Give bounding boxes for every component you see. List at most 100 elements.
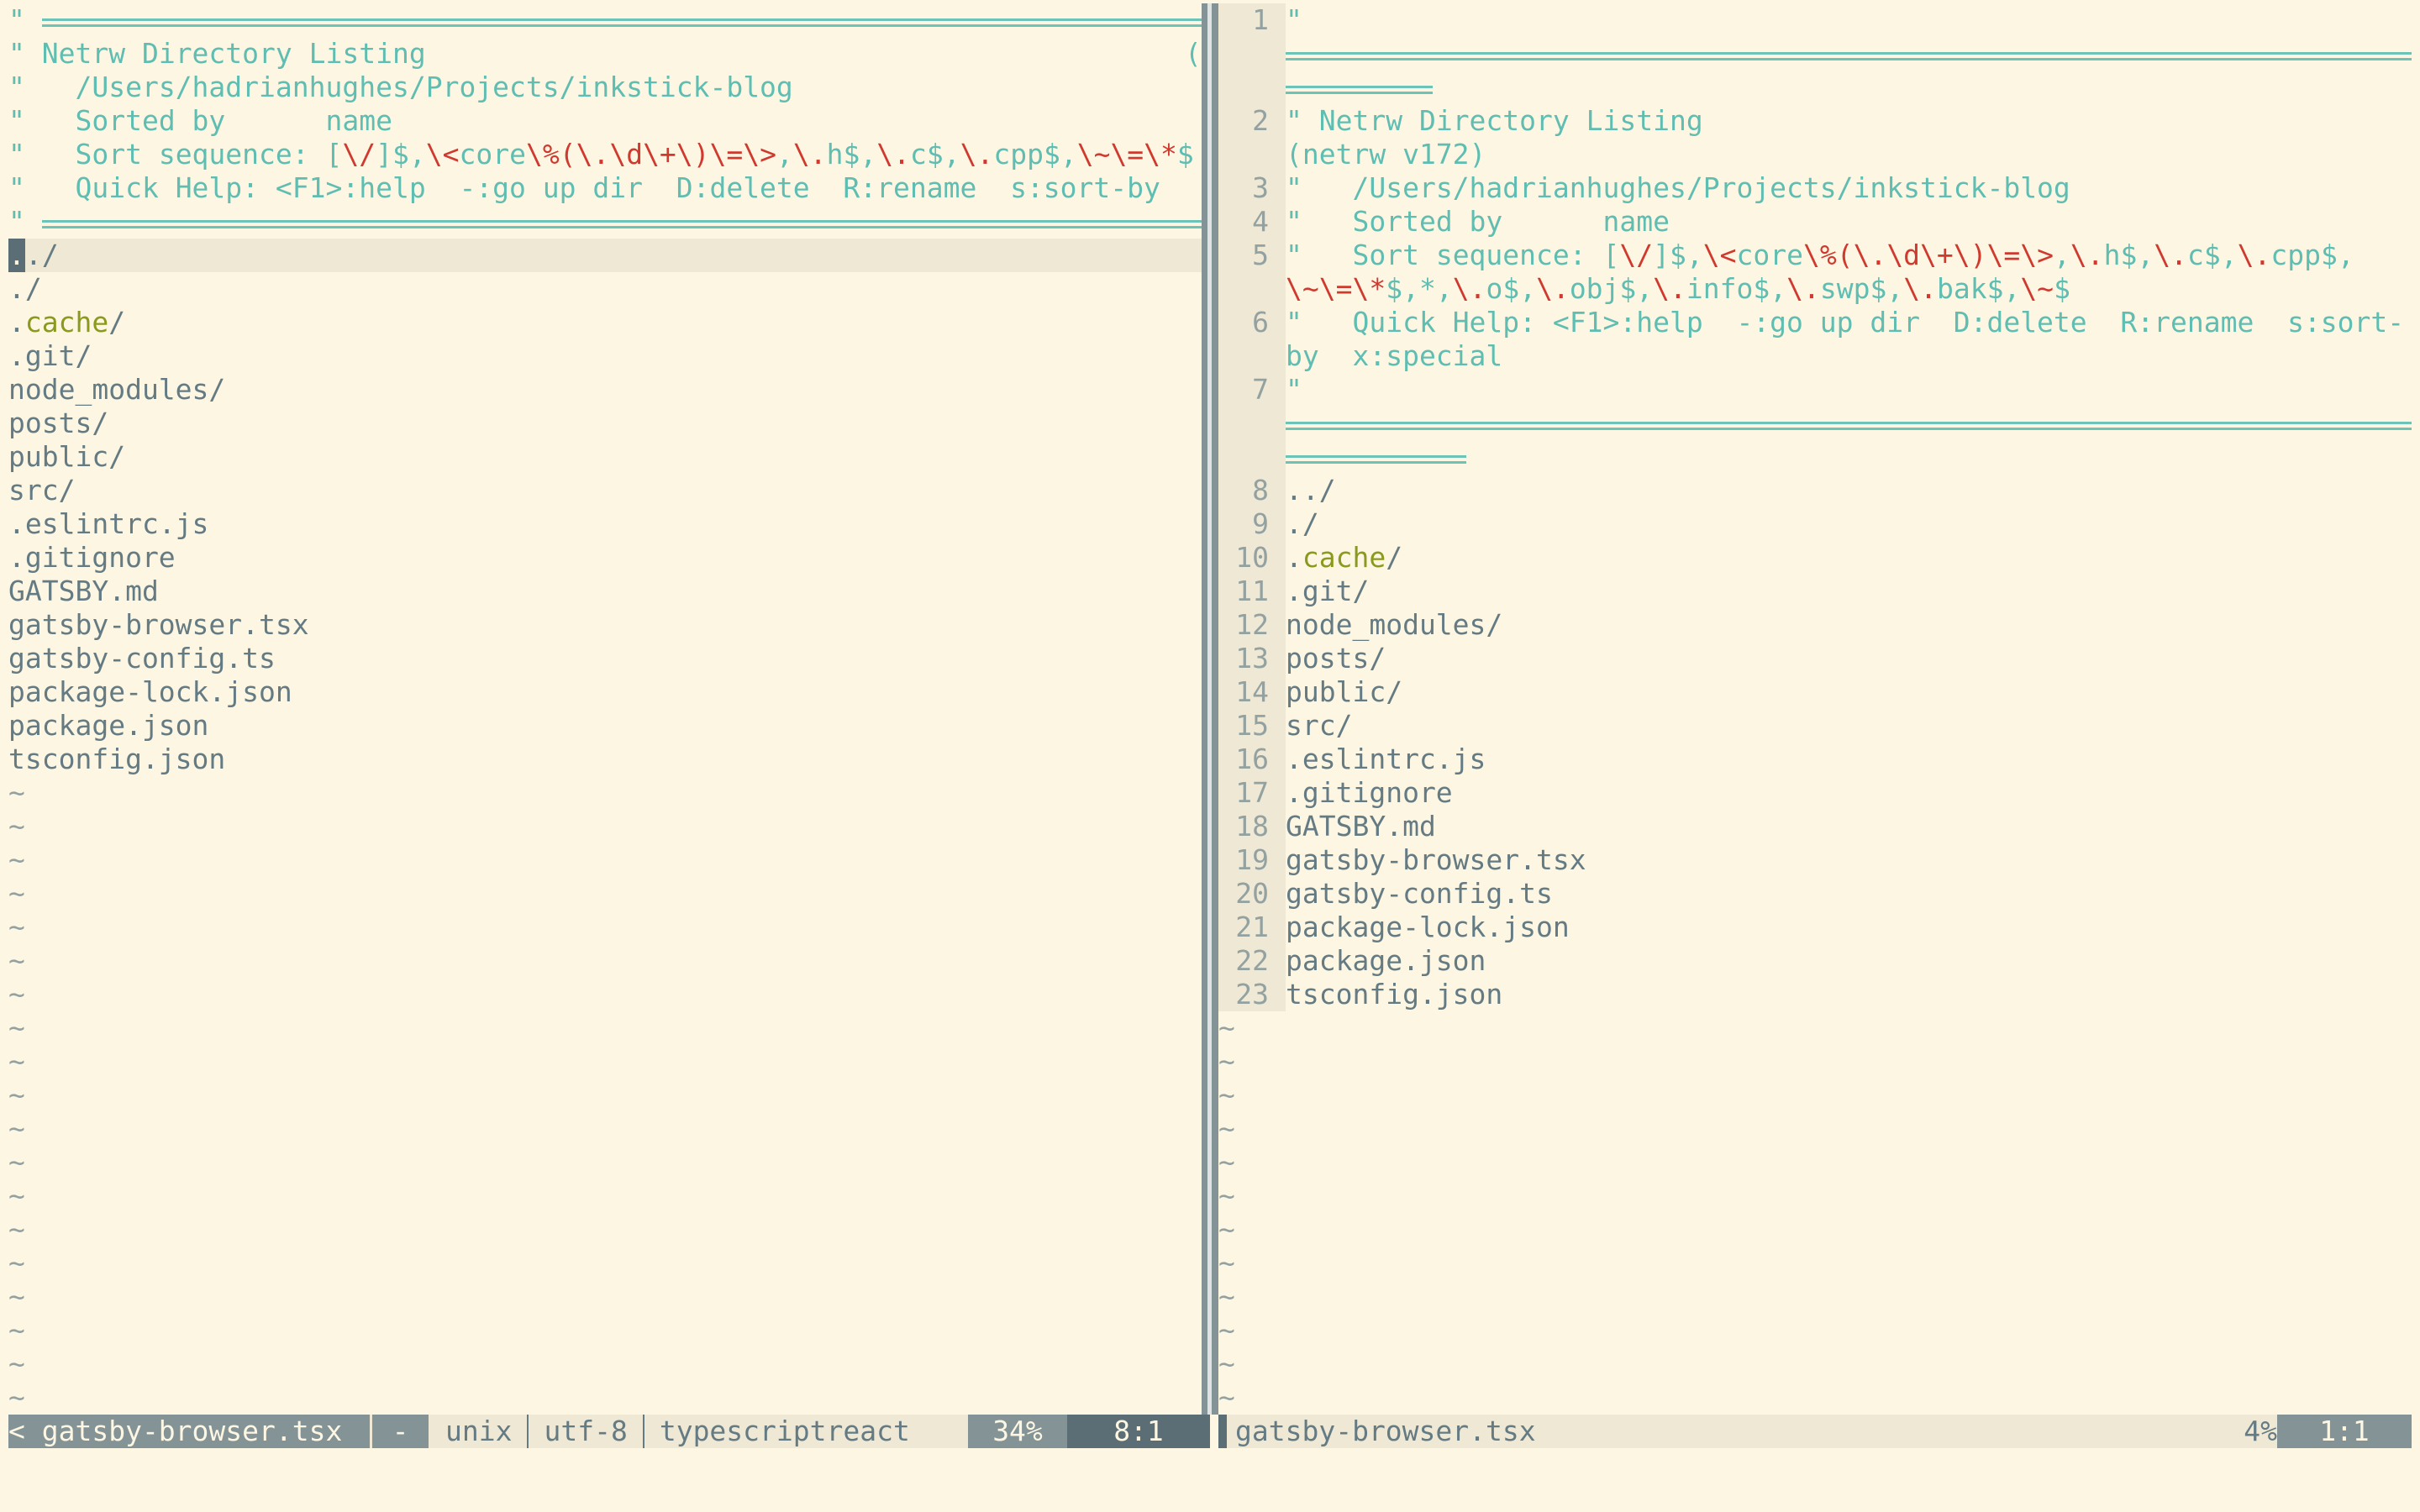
file-name[interactable]: package.json [8,709,208,742]
line-number: 11 [1218,575,1286,608]
filler-tilde: ~ [8,1045,25,1078]
file-entry[interactable]: gatsby-config.ts [8,642,1202,675]
separator-line [41,205,1202,239]
sort-sequence-token: \. [2237,239,2271,271]
line-number: 3 [1218,171,1286,205]
file-entry[interactable]: 11 .git/ [1218,575,2412,608]
file-entry[interactable]: 21 package-lock.json [1218,911,2412,944]
header-sorted-row: " Sorted by name [8,104,392,137]
header-title: Netrw Directory Listing [1318,104,1703,137]
command-line[interactable] [8,1448,2412,1512]
file-name[interactable]: gatsby-browser.tsx [1286,843,1586,876]
file-name[interactable]: node_modules/ [8,373,225,406]
file-entry[interactable]: 16 .eslintrc.js [1218,743,2412,776]
sorted-by-label: Sorted by [75,104,226,137]
line-2-row: 2 " Netrw Directory Listing [1218,104,2412,138]
file-name[interactable]: .eslintrc.js [8,507,208,540]
file-entry[interactable]: GATSBY.md [8,575,1202,608]
file-name[interactable]: package.json [1286,944,1486,977]
sort-sequence-token: \d\+\)\=\> [609,138,777,171]
line-3-row: 3 " /Users/hadrianhughes/Projects/inkstic… [1218,171,2412,205]
file-entry[interactable]: public/ [8,440,1202,474]
vertical-split-divider[interactable] [1202,3,1218,1415]
file-name[interactable]: src/ [1286,709,1352,742]
file-name[interactable]: tsconfig.json [1286,978,1502,1011]
filler-tilde: ~ [8,1112,25,1145]
file-name[interactable]: ./ [25,239,59,271]
header-separator-top: " [8,3,1202,37]
file-entry[interactable]: 23 tsconfig.json [1218,978,2412,1011]
file-name[interactable]: .cache/ [1286,541,1402,574]
file-entry[interactable]: src/ [8,474,1202,507]
file-entry[interactable]: 20 gatsby-config.ts [1218,877,2412,911]
file-entry[interactable]: posts/ [8,407,1202,440]
sort-sequence-token: \. [1536,272,1570,305]
file-entry[interactable]: ./ [8,272,1202,306]
file-name[interactable]: posts/ [1286,642,1386,675]
file-entry[interactable]: 17 .gitignore [1218,776,2412,810]
file-entry[interactable]: package.json [8,709,1202,743]
separator-line [1286,71,1433,104]
line-6-wrap: 0by x:special [1218,339,2412,373]
file-entry[interactable]: .git/ [8,339,1202,373]
line-number: 19 [1218,843,1286,877]
file-entry[interactable]: 19 gatsby-browser.tsx [1218,843,2412,877]
file-entry[interactable]: 9 ./ [1218,507,2412,541]
file-name[interactable]: public/ [1286,675,1402,708]
file-name[interactable]: posts/ [8,407,108,439]
file-entry[interactable]: gatsby-browser.tsx [8,608,1202,642]
header-quick-help-row: " Quick Help: <F1>:help -:go up dir D:de… [8,171,1160,204]
file-name[interactable]: package-lock.json [1286,911,1570,943]
left-netrw-window[interactable]: " " Netrw Directory Listing (netrw " /Use… [8,3,1202,1415]
line-1-wrap-1: 0 [1218,37,2412,71]
file-entry[interactable]: tsconfig.json [8,743,1202,776]
file-name[interactable]: .eslintrc.js [1286,743,1486,775]
file-name[interactable]: node_modules/ [1286,608,1502,641]
file-name[interactable]: .gitignore [8,541,176,574]
file-name[interactable]: .git/ [8,339,92,372]
file-entry[interactable]: 14 public/ [1218,675,2412,709]
file-entry[interactable]: node_modules/ [8,373,1202,407]
file-name[interactable]: gatsby-config.ts [8,642,276,675]
file-entry[interactable]: ../ [8,239,1202,272]
file-name[interactable]: ./ [1286,507,1319,540]
file-entry[interactable]: package-lock.json [8,675,1202,709]
file-name[interactable]: package-lock.json [8,675,292,708]
file-name[interactable]: ./ [8,272,42,305]
file-name[interactable]: public/ [8,440,125,473]
sort-sequence-token: ]$, [376,138,426,171]
file-name[interactable]: tsconfig.json [8,743,225,775]
file-entry[interactable]: .eslintrc.js [8,507,1202,541]
file-name[interactable]: GATSBY.md [8,575,159,607]
file-entry[interactable]: 22 package.json [1218,944,2412,978]
file-name[interactable]: ../ [1286,474,1336,507]
sorted-by-value: name [1602,205,1670,238]
file-list: 8 ../9 ./10 .cache/11 .git/12 node_modules/13… [1218,474,2412,1011]
file-entry[interactable]: 15 src/ [1218,709,2412,743]
file-entry[interactable]: .gitignore [8,541,1202,575]
file-entry[interactable]: 8 ../ [1218,474,2412,507]
right-netrw-window[interactable]: 1" 0 0 2" Netrw Directory Listing 0(netr… [1218,3,2412,1415]
file-name[interactable]: GATSBY.md [1286,810,1436,843]
file-entry[interactable]: 13 posts/ [1218,642,2412,675]
file-name[interactable]: gatsby-browser.tsx [8,608,309,641]
file-name[interactable]: src/ [8,474,75,507]
filler-tilde: ~ [1218,1213,1235,1246]
file-entry[interactable]: 12 node_modules/ [1218,608,2412,642]
sort-sequence-token: \/ [342,138,376,171]
sorted-by-value: name [325,104,392,137]
file-name[interactable]: .cache/ [8,306,125,339]
sort-sequence-token: \%(\. [1802,239,1887,271]
file-list: .././.cache/.git/node_modules/posts/publ… [8,239,1202,776]
filler-tilde: ~ [1218,1112,1235,1145]
file-name[interactable]: .git/ [1286,575,1369,607]
file-entry[interactable]: .cache/ [8,306,1202,339]
sorted-by-label: Sorted by [1352,205,1503,238]
file-name[interactable]: .gitignore [1286,776,1453,809]
file-name[interactable]: gatsby-config.ts [1286,877,1553,910]
sort-sequence-continued: \~\=\*$,*,\.o$,\.obj$,\.info$,\.swp$,\.b… [1286,272,2070,306]
filler-tilde: ~ [8,1213,25,1246]
file-entry[interactable]: 18 GATSBY.md [1218,810,2412,843]
sort-sequence-token: , [2054,239,2070,271]
file-entry[interactable]: 10 .cache/ [1218,541,2412,575]
